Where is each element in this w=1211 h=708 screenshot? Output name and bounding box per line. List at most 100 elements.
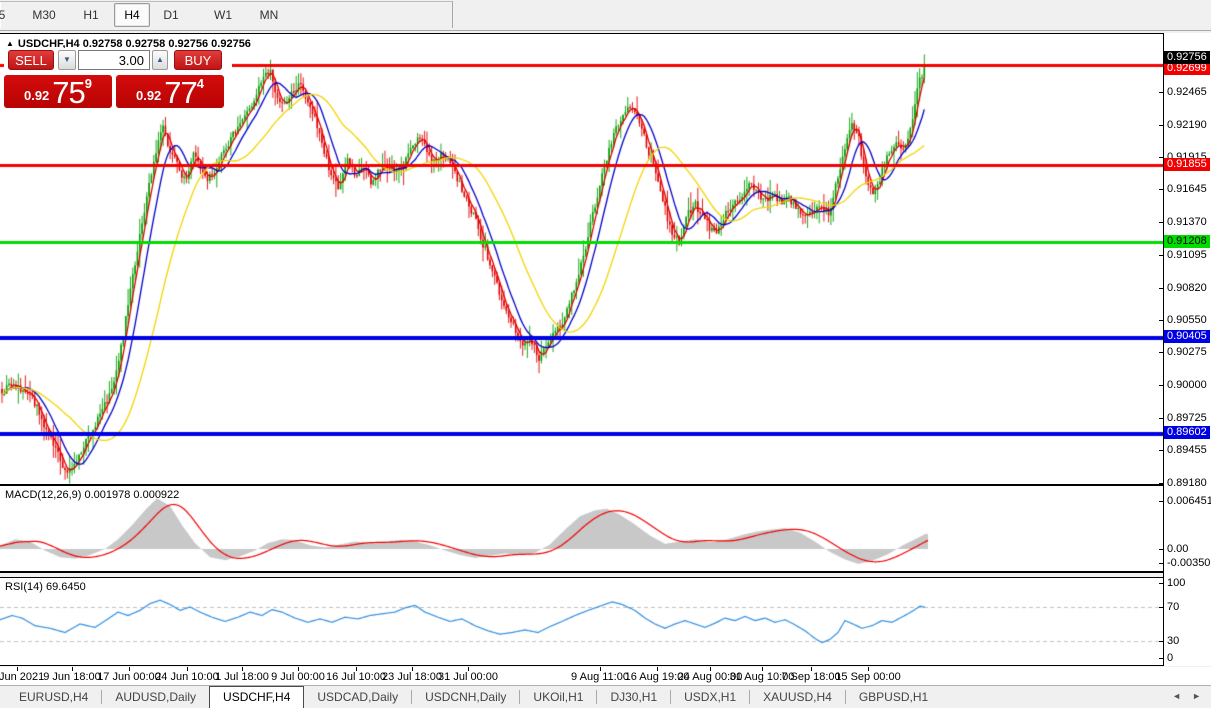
price-tick-mark [1159, 157, 1163, 158]
timeframe-toolbar: 5 M30 H1 H4D1 W1 MN [0, 0, 1211, 31]
time-tick-label: 16 Jul 10:00 [326, 671, 386, 683]
ask-price-prefix: 0.92 [136, 88, 161, 103]
rsi-canvas [0, 578, 1163, 665]
bid-price-box[interactable]: 0.92 75 9 [4, 75, 112, 108]
time-tick-label: 23 Jul 18:00 [382, 671, 442, 683]
macd-scale-label: -0.003507 [1167, 557, 1211, 569]
rsi-scale-label: 70 [1167, 601, 1179, 613]
rsi-scale-label: 0 [1167, 652, 1173, 664]
volume-increase-button[interactable]: ▲ [152, 50, 168, 70]
time-tick-label: 9 Jul 00:00 [271, 671, 325, 683]
level-price-label: 0.89602 [1164, 426, 1210, 439]
level-price-label: 0.91855 [1164, 158, 1210, 171]
rsi-scale-label: 30 [1167, 635, 1179, 647]
macd-panel: MACD(12,26,9) 0.001978 0.000922 [0, 486, 1163, 573]
chart-tab-XAUUSD[interactable]: XAUUSD,H4 [750, 687, 845, 708]
time-tick-label: 31 Jul 00:00 [438, 671, 498, 683]
level-price-label: 0.90405 [1164, 330, 1210, 343]
price-tick-mark [1159, 352, 1163, 353]
chevron-up-icon: ▲ [156, 55, 164, 64]
price-tick-mark [1159, 288, 1163, 289]
price-tick-mark [1159, 92, 1163, 93]
time-tick-label: 9 Aug 11:00 [571, 671, 629, 683]
bid-price-prefix: 0.92 [24, 88, 49, 103]
chart-tab-USDCHF[interactable]: USDCHF,H4 [209, 686, 304, 708]
price-tick-mark [1159, 125, 1163, 126]
scale-tick-mark [1159, 658, 1163, 659]
timeframe-button-M30[interactable]: M30 [24, 3, 64, 27]
price-tick-mark [1159, 189, 1163, 190]
one-click-trading-panel: SELL ▼ ▲ BUY 0.92 75 9 0.92 77 4 [4, 48, 232, 110]
volume-input[interactable] [78, 50, 150, 70]
ask-price-pip: 4 [197, 76, 204, 91]
price-tick-label: 0.89725 [1167, 412, 1207, 424]
macd-scale-label: 0.006451 [1167, 495, 1211, 507]
price-tick-mark [1159, 255, 1163, 256]
price-tick-label: 0.91370 [1167, 216, 1207, 228]
time-tick-label: 17 Jun 00:00 [97, 671, 161, 683]
price-tick-label: 0.89455 [1167, 444, 1207, 456]
timeframe-button-H4[interactable]: H4 [114, 3, 150, 27]
price-tick-label: 0.89180 [1167, 477, 1207, 489]
ask-price-big: 77 [164, 79, 196, 106]
rsi-label: RSI(14) 69.6450 [5, 581, 86, 593]
bid-price-pip: 9 [85, 76, 92, 91]
chart-tab-USDCNH[interactable]: USDCNH,Daily [412, 687, 519, 708]
chart-tab-USDX[interactable]: USDX,H1 [671, 687, 749, 708]
timeframe-button-H1[interactable]: H1 [76, 3, 106, 27]
level-price-label: 0.91208 [1164, 235, 1210, 248]
price-tick-label: 0.90820 [1167, 282, 1207, 294]
scale-tick-mark [1159, 641, 1163, 642]
price-tick-label: 0.92465 [1167, 86, 1207, 98]
time-tick-label: 24 Jun 10:00 [155, 671, 219, 683]
price-tick-label: 0.92190 [1167, 119, 1207, 131]
scale-tick-mark [1159, 563, 1163, 564]
price-tick-label: 0.91095 [1167, 249, 1207, 261]
chart-tab-AUDUSD[interactable]: AUDUSD,Daily [102, 687, 209, 708]
timeframe-button-MN[interactable]: MN [252, 3, 286, 27]
timeframe-button-W1[interactable]: W1 [206, 3, 240, 27]
price-tick-mark [1159, 483, 1163, 484]
timeframe-button-5[interactable]: 5 [0, 3, 14, 27]
price-tick-label: 0.90275 [1167, 346, 1207, 358]
current-price-label: 0.92756 [1164, 51, 1210, 64]
rsi-scale-label: 100 [1167, 577, 1185, 589]
mt4-window: { "toolbar":{"timeframes":["5","M30","H1… [0, 0, 1211, 708]
price-tick-mark [1159, 320, 1163, 321]
bid-price-big: 75 [52, 79, 84, 106]
time-tick-label: 7 Sep 18:00 [781, 671, 840, 683]
macd-scale-label: 0.00 [1167, 543, 1188, 555]
sell-button[interactable]: SELL [8, 50, 54, 70]
ask-price-box[interactable]: 0.92 77 4 [116, 75, 224, 108]
chart-tab-DJ30[interactable]: DJ30,H1 [597, 687, 670, 708]
chart-tab-USDCAD[interactable]: USDCAD,Daily [304, 687, 411, 708]
time-tick-label: 9 Jun 18:00 [43, 671, 101, 683]
volume-decrease-button[interactable]: ▼ [58, 50, 76, 70]
buy-button[interactable]: BUY [174, 50, 222, 70]
chart-tab-EURUSD[interactable]: EURUSD,H4 [6, 687, 101, 708]
macd-label: MACD(12,26,9) 0.001978 0.000922 [5, 489, 179, 501]
chevron-down-icon: ▼ [63, 55, 71, 64]
price-axis[interactable]: 0.924650.921900.919150.916450.913700.910… [1164, 33, 1211, 666]
price-tick-mark [1159, 450, 1163, 451]
price-tick-mark [1159, 385, 1163, 386]
scale-tick-mark [1159, 501, 1163, 502]
tab-scroll-left-icon[interactable]: ◄ [1172, 691, 1181, 701]
tab-scroll-right-icon[interactable]: ► [1192, 691, 1201, 701]
chart-tab-GBPUSD[interactable]: GBPUSD,H1 [846, 687, 941, 708]
rsi-panel: RSI(14) 69.6450 [0, 577, 1163, 666]
collapse-marker-icon[interactable]: ▲ [6, 39, 14, 48]
price-tick-label: 0.91645 [1167, 183, 1207, 195]
time-axis[interactable]: 2 Jun 20219 Jun 18:0017 Jun 00:0024 Jun … [0, 667, 1211, 685]
time-tick-label: 2 Jun 2021 [0, 671, 44, 683]
price-tick-label: 0.90000 [1167, 379, 1207, 391]
time-tick-label: 15 Sep 00:00 [835, 671, 900, 683]
scale-tick-mark [1159, 607, 1163, 608]
timeframe-button-D1[interactable]: D1 [154, 3, 188, 27]
chart-tab-bar: EURUSD,H4AUDUSD,DailyUSDCHF,H4USDCAD,Dai… [0, 685, 1211, 708]
time-tick-label: 1 Jul 18:00 [215, 671, 269, 683]
scale-tick-mark [1159, 549, 1163, 550]
price-tick-mark [1159, 222, 1163, 223]
price-tick-mark [1159, 418, 1163, 419]
chart-tab-UKOil[interactable]: UKOil,H1 [520, 687, 596, 708]
